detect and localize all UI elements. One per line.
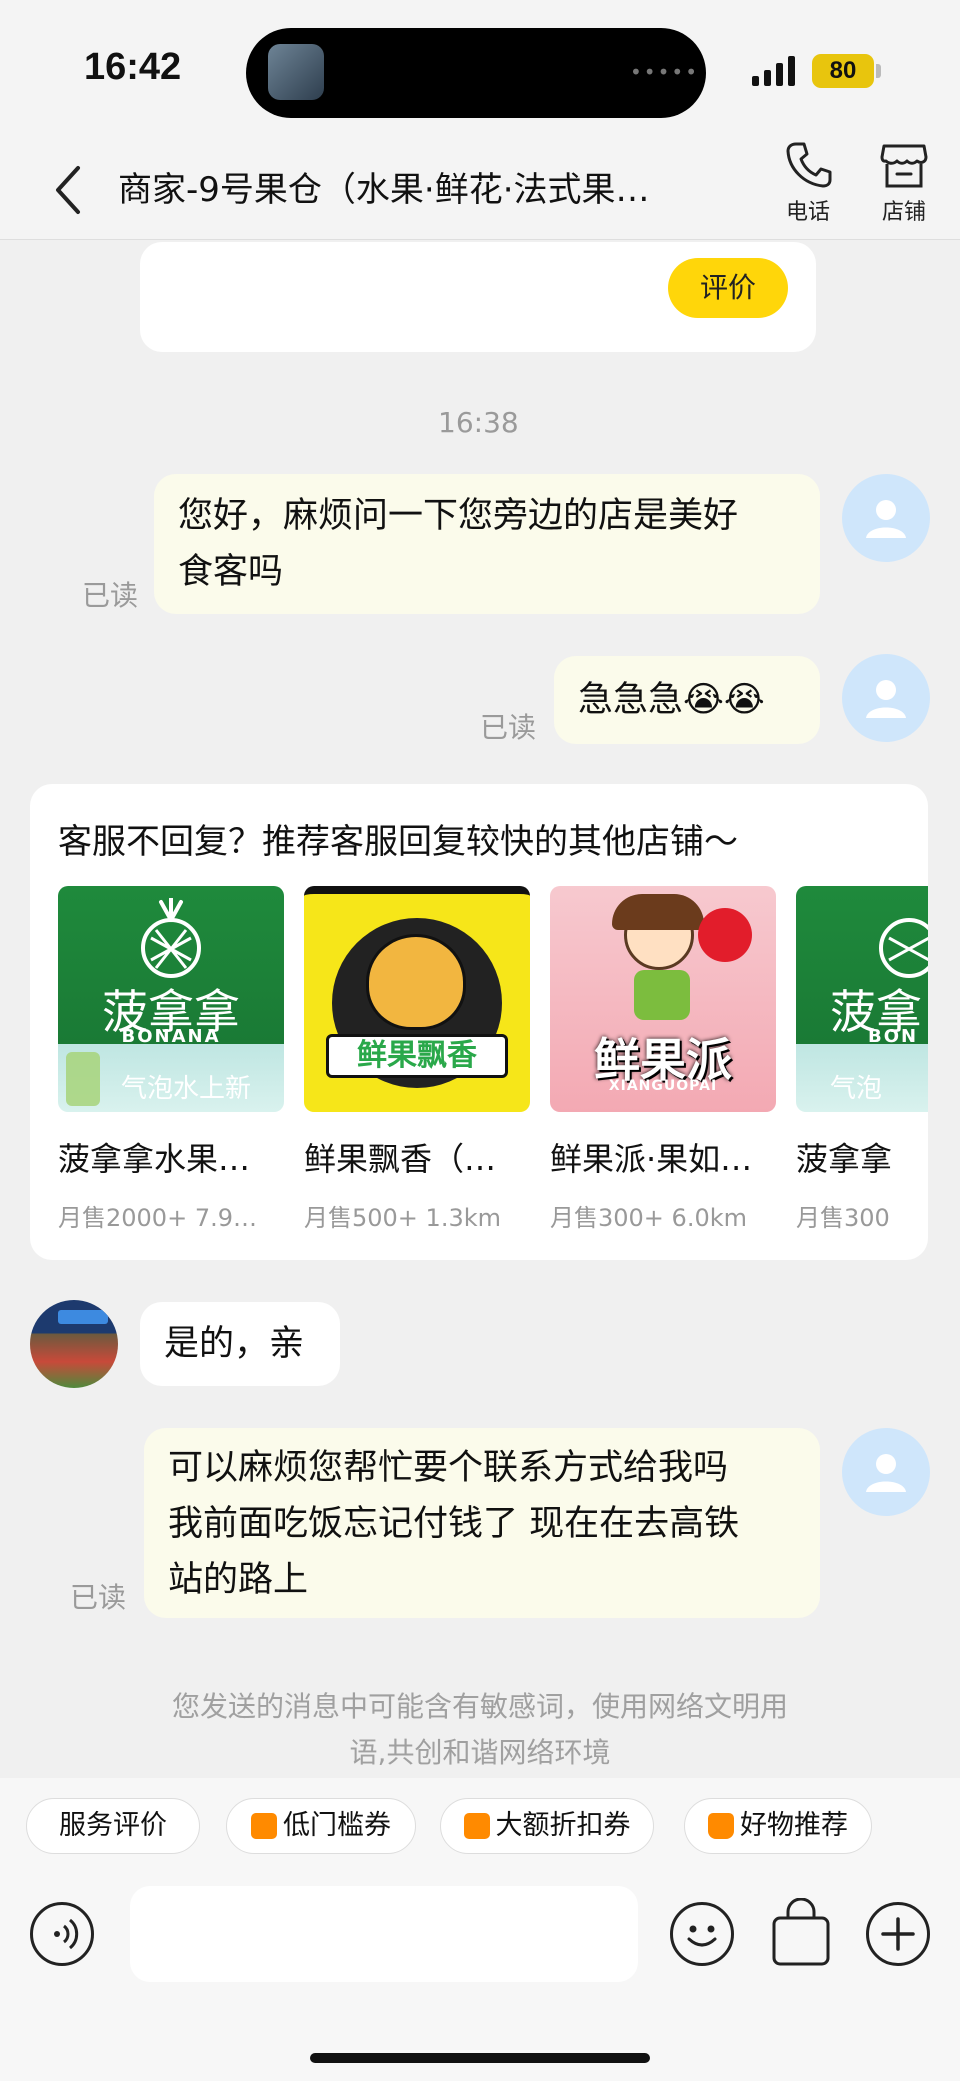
- message-line: 可以麻烦您帮忙要个联系方式给我吗: [168, 1448, 729, 1488]
- chip-low-threshold-coupon[interactable]: 低门槛券: [226, 1798, 416, 1854]
- read-receipt: 已读: [480, 711, 537, 744]
- store-logo-xianguopai: 鲜果派 XIANGUOPAI: [550, 886, 776, 1112]
- message-line: 我前面吃饭忘记付钱了 现在在去高铁: [168, 1504, 740, 1544]
- store-logo-bonana: 菠拿拿 BONANA 气泡水上新: [58, 886, 284, 1112]
- phone-button[interactable]: 电话: [772, 140, 844, 226]
- recommendation-card: 客服不回复？推荐客服回复较快的其他店铺～ 菠拿拿 BONANA 气泡水上新 菠拿…: [30, 784, 928, 1260]
- my-avatar[interactable]: [842, 654, 930, 742]
- rate-button[interactable]: 评价: [668, 258, 788, 318]
- logo-tagline: 气泡: [830, 1074, 883, 1104]
- store-name: 菠拿拿水果…: [58, 1140, 251, 1178]
- phone-label: 电话: [785, 200, 830, 225]
- signal-icon: [752, 56, 795, 86]
- recommendation-title: 客服不回复？推荐客服回复较快的其他店铺～: [58, 822, 738, 862]
- shop-icon: [880, 144, 928, 188]
- battery-indicator: 80: [812, 54, 874, 88]
- store-meta: 月售2000+ 7.9…: [58, 1204, 257, 1232]
- status-time: 16:42: [84, 46, 182, 88]
- voice-input-button[interactable]: [30, 1902, 94, 1966]
- message-line: 食客吗: [178, 552, 284, 592]
- user-icon: [866, 680, 906, 718]
- coupon-icon: [463, 1813, 490, 1839]
- notice-line: 您发送的消息中可能含有敏感词，使用网络文明用: [171, 1690, 788, 1723]
- plus-icon: [881, 1917, 915, 1951]
- logo-subtext: XIANGUOPAI: [608, 1078, 718, 1094]
- chip-big-discount-coupon[interactable]: 大额折扣券: [440, 1798, 654, 1854]
- merchant-avatar[interactable]: [30, 1300, 118, 1388]
- read-receipt: 已读: [70, 1581, 127, 1614]
- store-name: 鲜果飘香（…: [304, 1140, 497, 1178]
- my-avatar[interactable]: [842, 474, 930, 562]
- drink-glass: [66, 1052, 100, 1106]
- received-message[interactable]: 是的，亲: [140, 1302, 340, 1386]
- shopping-bag-icon: [708, 1813, 734, 1839]
- store-name: 菠拿拿: [796, 1140, 893, 1178]
- store-meta: 月售300: [796, 1204, 890, 1232]
- emoji-icon: [687, 1925, 717, 1947]
- logo-subtext: BONANA: [121, 1026, 221, 1047]
- chip-service-rating[interactable]: 服务评价: [26, 1798, 200, 1854]
- store-name: 鲜果派·果如…: [550, 1140, 753, 1178]
- store-card[interactable]: 鲜果派 XIANGUOPAI 鲜果派·果如… 月售300+ 6.0km: [550, 886, 776, 1233]
- store-card[interactable]: 菠拿 BON 气泡 菠拿拿 月售300: [796, 886, 928, 1233]
- sent-message[interactable]: 急急急😭😭: [554, 656, 820, 744]
- battery-tip: [876, 64, 881, 78]
- sent-message[interactable]: 可以麻烦您帮忙要个联系方式给我吗 我前面吃饭忘记付钱了 现在在去高铁 站的路上: [144, 1428, 820, 1618]
- shop-label: 店铺: [881, 200, 926, 225]
- pineapple-icon: [141, 898, 201, 978]
- sensitive-word-notice: 您发送的消息中可能含有敏感词，使用网络文明用 语,共创和谐网络环境: [120, 1684, 840, 1776]
- logo-text: 鲜果飘香: [326, 1034, 508, 1078]
- store-carousel[interactable]: 菠拿拿 BONANA 气泡水上新 菠拿拿水果… 月售2000+ 7.9… 鲜果飘…: [58, 886, 928, 1246]
- now-playing-thumbnail: [268, 44, 324, 100]
- emoji-button[interactable]: [670, 1902, 734, 1966]
- apple-icon: [698, 908, 752, 962]
- chip-good-products[interactable]: 好物推荐: [684, 1798, 872, 1854]
- read-receipt: 已读: [82, 579, 139, 612]
- store-logo-bonana: 菠拿 BON 气泡: [796, 886, 928, 1112]
- shop-button[interactable]: 店铺: [868, 140, 940, 226]
- order-bag-icon[interactable]: [766, 1898, 836, 1970]
- store-logo-xianguopiaoxiang: 鲜果飘香: [304, 886, 530, 1112]
- mango-character: [366, 934, 466, 1030]
- coupon-icon: [251, 1813, 277, 1839]
- chip-label: 服务评价: [59, 1810, 167, 1841]
- user-icon: [866, 1454, 906, 1492]
- message-input[interactable]: [130, 1886, 638, 1982]
- store-meta: 月售300+ 6.0km: [550, 1204, 747, 1232]
- boy-character-hair: [612, 894, 704, 930]
- more-button[interactable]: [866, 1902, 930, 1966]
- back-arrow-icon[interactable]: [50, 160, 90, 220]
- chip-label: 低门槛券: [283, 1810, 391, 1841]
- my-avatar[interactable]: [842, 1428, 930, 1516]
- chat-title: 商家-9号果仓（水果·鲜花·法式果…: [118, 170, 650, 210]
- storefront-sign: [58, 1310, 108, 1324]
- home-indicator: [310, 2053, 650, 2063]
- user-icon: [866, 500, 906, 538]
- message-line: 站的路上: [168, 1560, 309, 1600]
- phone-icon: [786, 142, 832, 188]
- chip-label: 好物推荐: [740, 1810, 848, 1841]
- chip-label: 大额折扣券: [495, 1810, 631, 1841]
- message-line: 您好，麻烦问一下您旁边的店是美好: [178, 496, 739, 536]
- voice-icon: [54, 1918, 79, 1950]
- island-activity-dots: •••••: [630, 60, 699, 84]
- store-meta: 月售500+ 1.3km: [304, 1204, 501, 1232]
- logo-tagline: 气泡水上新: [120, 1074, 251, 1104]
- store-card[interactable]: 菠拿拿 BONANA 气泡水上新 菠拿拿水果… 月售2000+ 7.9…: [58, 886, 284, 1233]
- boy-character-body: [634, 970, 690, 1020]
- logo-subtext: BON: [868, 1026, 919, 1047]
- message-timestamp: 16:38: [438, 406, 519, 439]
- sent-message[interactable]: 您好，麻烦问一下您旁边的店是美好 食客吗: [154, 474, 820, 614]
- notice-line: 语,共创和谐网络环境: [349, 1736, 611, 1769]
- pineapple-icon: [879, 918, 928, 978]
- store-card[interactable]: 鲜果飘香 鲜果飘香（… 月售500+ 1.3km: [304, 886, 530, 1233]
